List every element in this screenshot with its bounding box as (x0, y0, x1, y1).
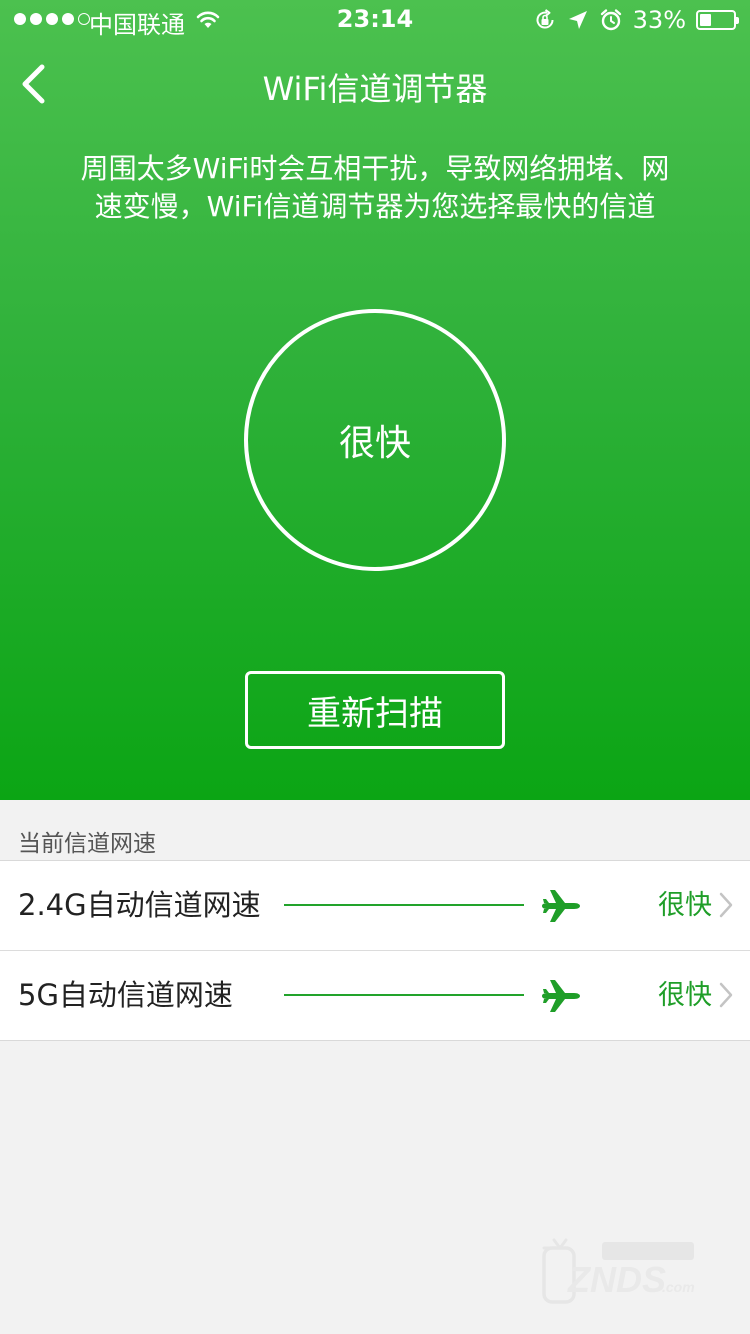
speed-gauge-circle: 很快 (244, 309, 506, 571)
list-item-label: 5G自动信道网速 (18, 978, 233, 1012)
airplane-icon (542, 980, 580, 1012)
channel-speed-list: 2.4G自动信道网速 很快 5G自动信道网速 很快 (0, 860, 750, 1041)
description-line-2: 速变慢，WiFi信道调节器为您选择最快的信道 (94, 190, 656, 223)
section-header: 当前信道网速 (18, 831, 156, 857)
battery-fill (700, 14, 711, 26)
list-item-value: 很快 (658, 890, 712, 921)
list-item-5g[interactable]: 5G自动信道网速 很快 (0, 950, 750, 1040)
svg-text:.com: .com (662, 1279, 695, 1295)
list-item-value: 很快 (658, 980, 712, 1011)
status-bar: 中国联通 23:14 33% (0, 0, 750, 40)
description-line-1: 周围太多WiFi时会互相干扰，导致网络拥堵、网 (80, 152, 670, 185)
battery-percent: 33% (632, 6, 686, 34)
airplane-icon (542, 890, 580, 922)
description-text: 周围太多WiFi时会互相干扰，导致网络拥堵、网 速变慢，WiFi信道调节器为您选… (60, 150, 690, 226)
speed-line (284, 904, 524, 906)
list-item-2-4g[interactable]: 2.4G自动信道网速 很快 (0, 861, 750, 950)
page-title: WiFi信道调节器 (262, 70, 488, 108)
watermark-logo: ZNDS .com (542, 1238, 695, 1304)
svg-text:ZNDS: ZNDS (567, 1259, 666, 1300)
status-right-group: 33% (533, 6, 739, 34)
location-arrow-icon (568, 11, 587, 29)
speed-status-label: 很快 (338, 423, 411, 464)
chevron-right-icon (719, 892, 733, 918)
hero-section: 中国联通 23:14 33% WiFi信道调节器 周围太多WiFi时会互相干扰，… (0, 0, 750, 800)
list-item-label: 2.4G自动信道网速 (18, 888, 261, 922)
battery-icon (696, 10, 739, 30)
speed-line (284, 994, 524, 996)
rescan-button[interactable]: 重新扫描 (245, 671, 505, 749)
rotation-lock-icon (536, 9, 554, 29)
chevron-right-icon (719, 982, 733, 1008)
alarm-icon (600, 9, 621, 31)
